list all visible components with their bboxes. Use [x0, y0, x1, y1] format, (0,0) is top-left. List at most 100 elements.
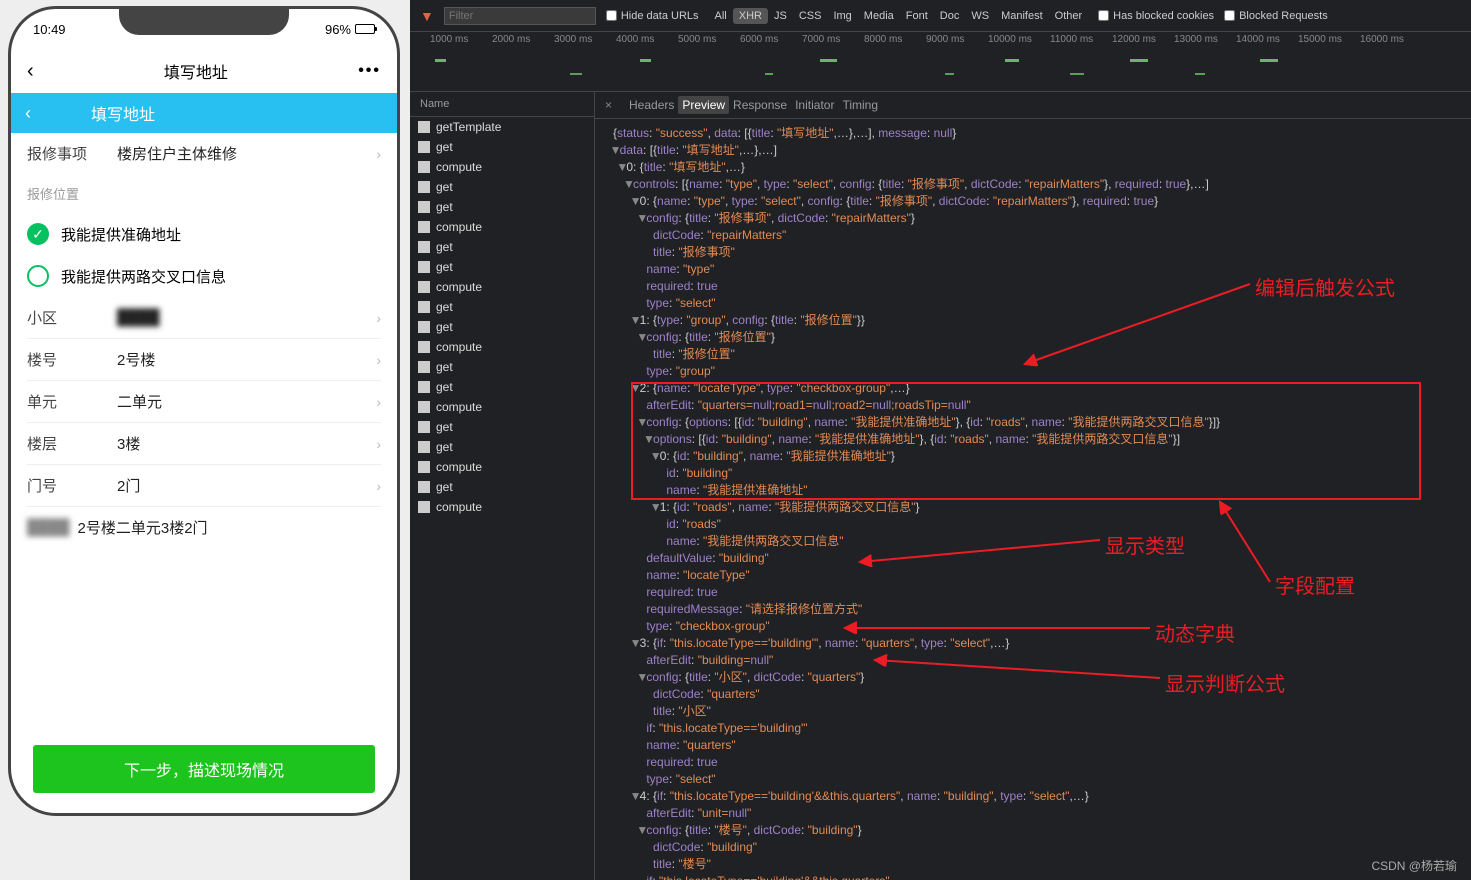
file-icon [418, 221, 430, 233]
radio-accurate-address[interactable]: ✓ 我能提供准确地址 [11, 213, 397, 255]
file-icon [418, 241, 430, 253]
form-row[interactable]: 门号2门› [11, 465, 397, 506]
request-item[interactable]: compute [410, 397, 594, 417]
file-icon [418, 481, 430, 493]
filter-type-doc[interactable]: Doc [934, 8, 966, 24]
form-row[interactable]: 楼号2号楼› [11, 339, 397, 380]
annotation-label: 编辑后触发公式 [1255, 272, 1395, 301]
request-name: get [436, 320, 453, 334]
request-name: compute [436, 500, 482, 514]
filter-type-other[interactable]: Other [1049, 8, 1089, 24]
radio-label: 我能提供准确地址 [61, 224, 181, 245]
filter-type-xhr[interactable]: XHR [733, 8, 768, 24]
request-list-header: Name [410, 92, 594, 117]
request-name: getTemplate [436, 120, 501, 134]
page-title: 填写地址 [164, 59, 228, 83]
filter-icon[interactable]: ▼ [420, 8, 434, 24]
request-item[interactable]: getTemplate [410, 117, 594, 137]
request-name: get [436, 240, 453, 254]
battery-icon [355, 24, 375, 34]
row-value: 楼房住户主体维修 [117, 143, 376, 164]
request-item[interactable]: get [410, 317, 594, 337]
filter-type-js[interactable]: JS [768, 8, 793, 24]
network-timeline[interactable]: 1000 ms2000 ms3000 ms4000 ms5000 ms6000 … [410, 32, 1471, 92]
request-name: get [436, 140, 453, 154]
request-item[interactable]: get [410, 257, 594, 277]
row-label: 报修事项 [27, 143, 117, 164]
request-name: get [436, 300, 453, 314]
request-name: get [436, 260, 453, 274]
form-row[interactable]: 单元二单元› [11, 381, 397, 422]
has-blocked-checkbox[interactable]: Has blocked cookies [1098, 10, 1214, 22]
row-value: 二单元 [117, 391, 376, 412]
row-label: 楼号 [27, 349, 117, 370]
response-tabs: × HeadersPreviewResponseInitiatorTiming [595, 92, 1471, 119]
request-item[interactable]: get [410, 357, 594, 377]
request-item[interactable]: compute [410, 337, 594, 357]
file-icon [418, 161, 430, 173]
row-value: ████ [117, 309, 376, 326]
battery-indicator: 96% [325, 22, 375, 37]
request-name: get [436, 480, 453, 494]
request-item[interactable]: get [410, 417, 594, 437]
filter-type-css[interactable]: CSS [793, 8, 828, 24]
filter-input[interactable] [444, 7, 596, 25]
back-icon-2[interactable]: ‹ [25, 103, 31, 124]
form-row[interactable]: 小区████› [11, 297, 397, 338]
request-name: compute [436, 460, 482, 474]
request-name: get [436, 380, 453, 394]
hide-data-urls-checkbox[interactable]: Hide data URLs [606, 10, 699, 22]
row-value: 2门 [117, 475, 376, 496]
file-icon [418, 201, 430, 213]
request-item[interactable]: get [410, 437, 594, 457]
request-item[interactable]: compute [410, 157, 594, 177]
row-label: 楼层 [27, 433, 117, 454]
form-row-repair[interactable]: 报修事项 楼房住户主体维修 › [11, 133, 397, 174]
request-item[interactable]: compute [410, 497, 594, 517]
file-icon [418, 141, 430, 153]
filter-type-ws[interactable]: WS [965, 8, 995, 24]
blocked-requests-checkbox[interactable]: Blocked Requests [1224, 10, 1328, 22]
request-item[interactable]: get [410, 237, 594, 257]
back-icon[interactable]: ‹ [27, 60, 34, 83]
request-item[interactable]: get [410, 137, 594, 157]
file-icon [418, 321, 430, 333]
request-item[interactable]: compute [410, 277, 594, 297]
filter-type-font[interactable]: Font [900, 8, 934, 24]
file-icon [418, 121, 430, 133]
radio-crossroads[interactable]: 我能提供两路交叉口信息 [11, 255, 397, 297]
request-item[interactable]: get [410, 377, 594, 397]
file-icon [418, 301, 430, 313]
blurred-text: ████ [27, 519, 70, 536]
tab-headers[interactable]: Headers [625, 96, 678, 114]
tab-response[interactable]: Response [729, 96, 791, 114]
tab-preview[interactable]: Preview [678, 96, 729, 114]
filter-type-manifest[interactable]: Manifest [995, 8, 1049, 24]
request-name: compute [436, 340, 482, 354]
row-label: 门号 [27, 475, 117, 496]
chevron-right-icon: › [376, 478, 381, 494]
tab-initiator[interactable]: Initiator [791, 96, 838, 114]
radio-checked-icon: ✓ [27, 223, 49, 245]
request-item[interactable]: get [410, 477, 594, 497]
filter-type-media[interactable]: Media [858, 8, 900, 24]
filter-type-img[interactable]: Img [827, 8, 857, 24]
file-icon [418, 501, 430, 513]
tab-timing[interactable]: Timing [838, 96, 882, 114]
annotation-label: 显示判断公式 [1165, 668, 1285, 697]
request-item[interactable]: compute [410, 217, 594, 237]
form-row[interactable]: 楼层3楼› [11, 423, 397, 464]
request-name: get [436, 440, 453, 454]
chevron-right-icon: › [376, 436, 381, 452]
request-item[interactable]: get [410, 197, 594, 217]
request-item[interactable]: get [410, 297, 594, 317]
next-button[interactable]: 下一步，描述现场情况 [33, 745, 375, 793]
request-item[interactable]: compute [410, 457, 594, 477]
close-icon[interactable]: × [605, 98, 612, 112]
file-icon [418, 281, 430, 293]
filter-type-all[interactable]: All [709, 8, 733, 24]
more-icon[interactable]: ••• [358, 62, 381, 80]
request-name: get [436, 200, 453, 214]
request-item[interactable]: get [410, 177, 594, 197]
request-name: compute [436, 400, 482, 414]
